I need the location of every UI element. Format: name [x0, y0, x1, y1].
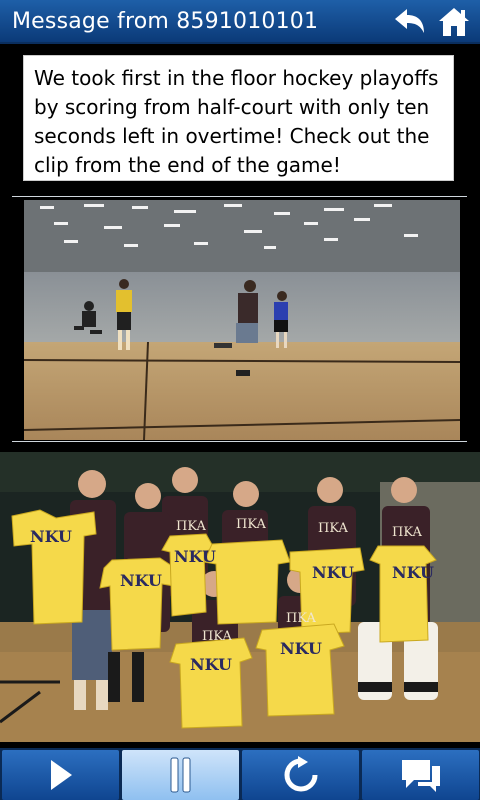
replay-button[interactable]	[242, 750, 359, 800]
svg-text:NKU: NKU	[190, 655, 232, 674]
svg-text:ΠKA: ΠKA	[202, 629, 233, 644]
svg-text:NKU: NKU	[174, 547, 216, 566]
svg-text:ΠKA: ΠKA	[392, 525, 423, 540]
svg-text:ΠKA: ΠKA	[318, 521, 349, 536]
svg-text:ΠKA: ΠKA	[286, 611, 317, 626]
svg-text:NKU: NKU	[392, 563, 434, 582]
svg-text:ΠKA: ΠKA	[236, 517, 267, 532]
gym-floor-hockey-scene	[24, 200, 460, 440]
play-button[interactable]	[2, 750, 119, 800]
message-body: We took first in the floor hockey playof…	[23, 55, 454, 181]
play-icon	[50, 760, 72, 790]
svg-text:NKU: NKU	[312, 563, 354, 582]
reply-button[interactable]	[362, 750, 479, 800]
back-arrow-icon	[395, 9, 424, 33]
chat-bubbles-icon	[401, 760, 440, 792]
svg-text:ΠKA: ΠKA	[176, 519, 207, 534]
back-button[interactable]	[392, 4, 428, 40]
team-photo-image: NKU NKU NKU NKU NKU NKU NKU ΠKA ΠKA ΠKA …	[0, 452, 480, 742]
video-clip-thumbnail[interactable]	[24, 200, 460, 440]
pause-icon	[170, 757, 190, 793]
message-title: Message from 8591010101	[12, 9, 319, 34]
divider-bottom	[12, 441, 467, 442]
home-button[interactable]	[436, 4, 472, 40]
shirt-label: NKU	[30, 527, 72, 546]
title-bar: Message from 8591010101	[0, 0, 480, 44]
refresh-icon	[284, 756, 317, 792]
pause-button[interactable]	[122, 750, 239, 800]
svg-text:NKU: NKU	[120, 571, 162, 590]
team-photo: NKU NKU NKU NKU NKU NKU NKU ΠKA ΠKA ΠKA …	[0, 452, 480, 742]
home-icon	[439, 8, 469, 36]
media-toolbar	[0, 748, 480, 800]
svg-text:NKU: NKU	[280, 639, 322, 658]
divider-top	[12, 196, 467, 197]
